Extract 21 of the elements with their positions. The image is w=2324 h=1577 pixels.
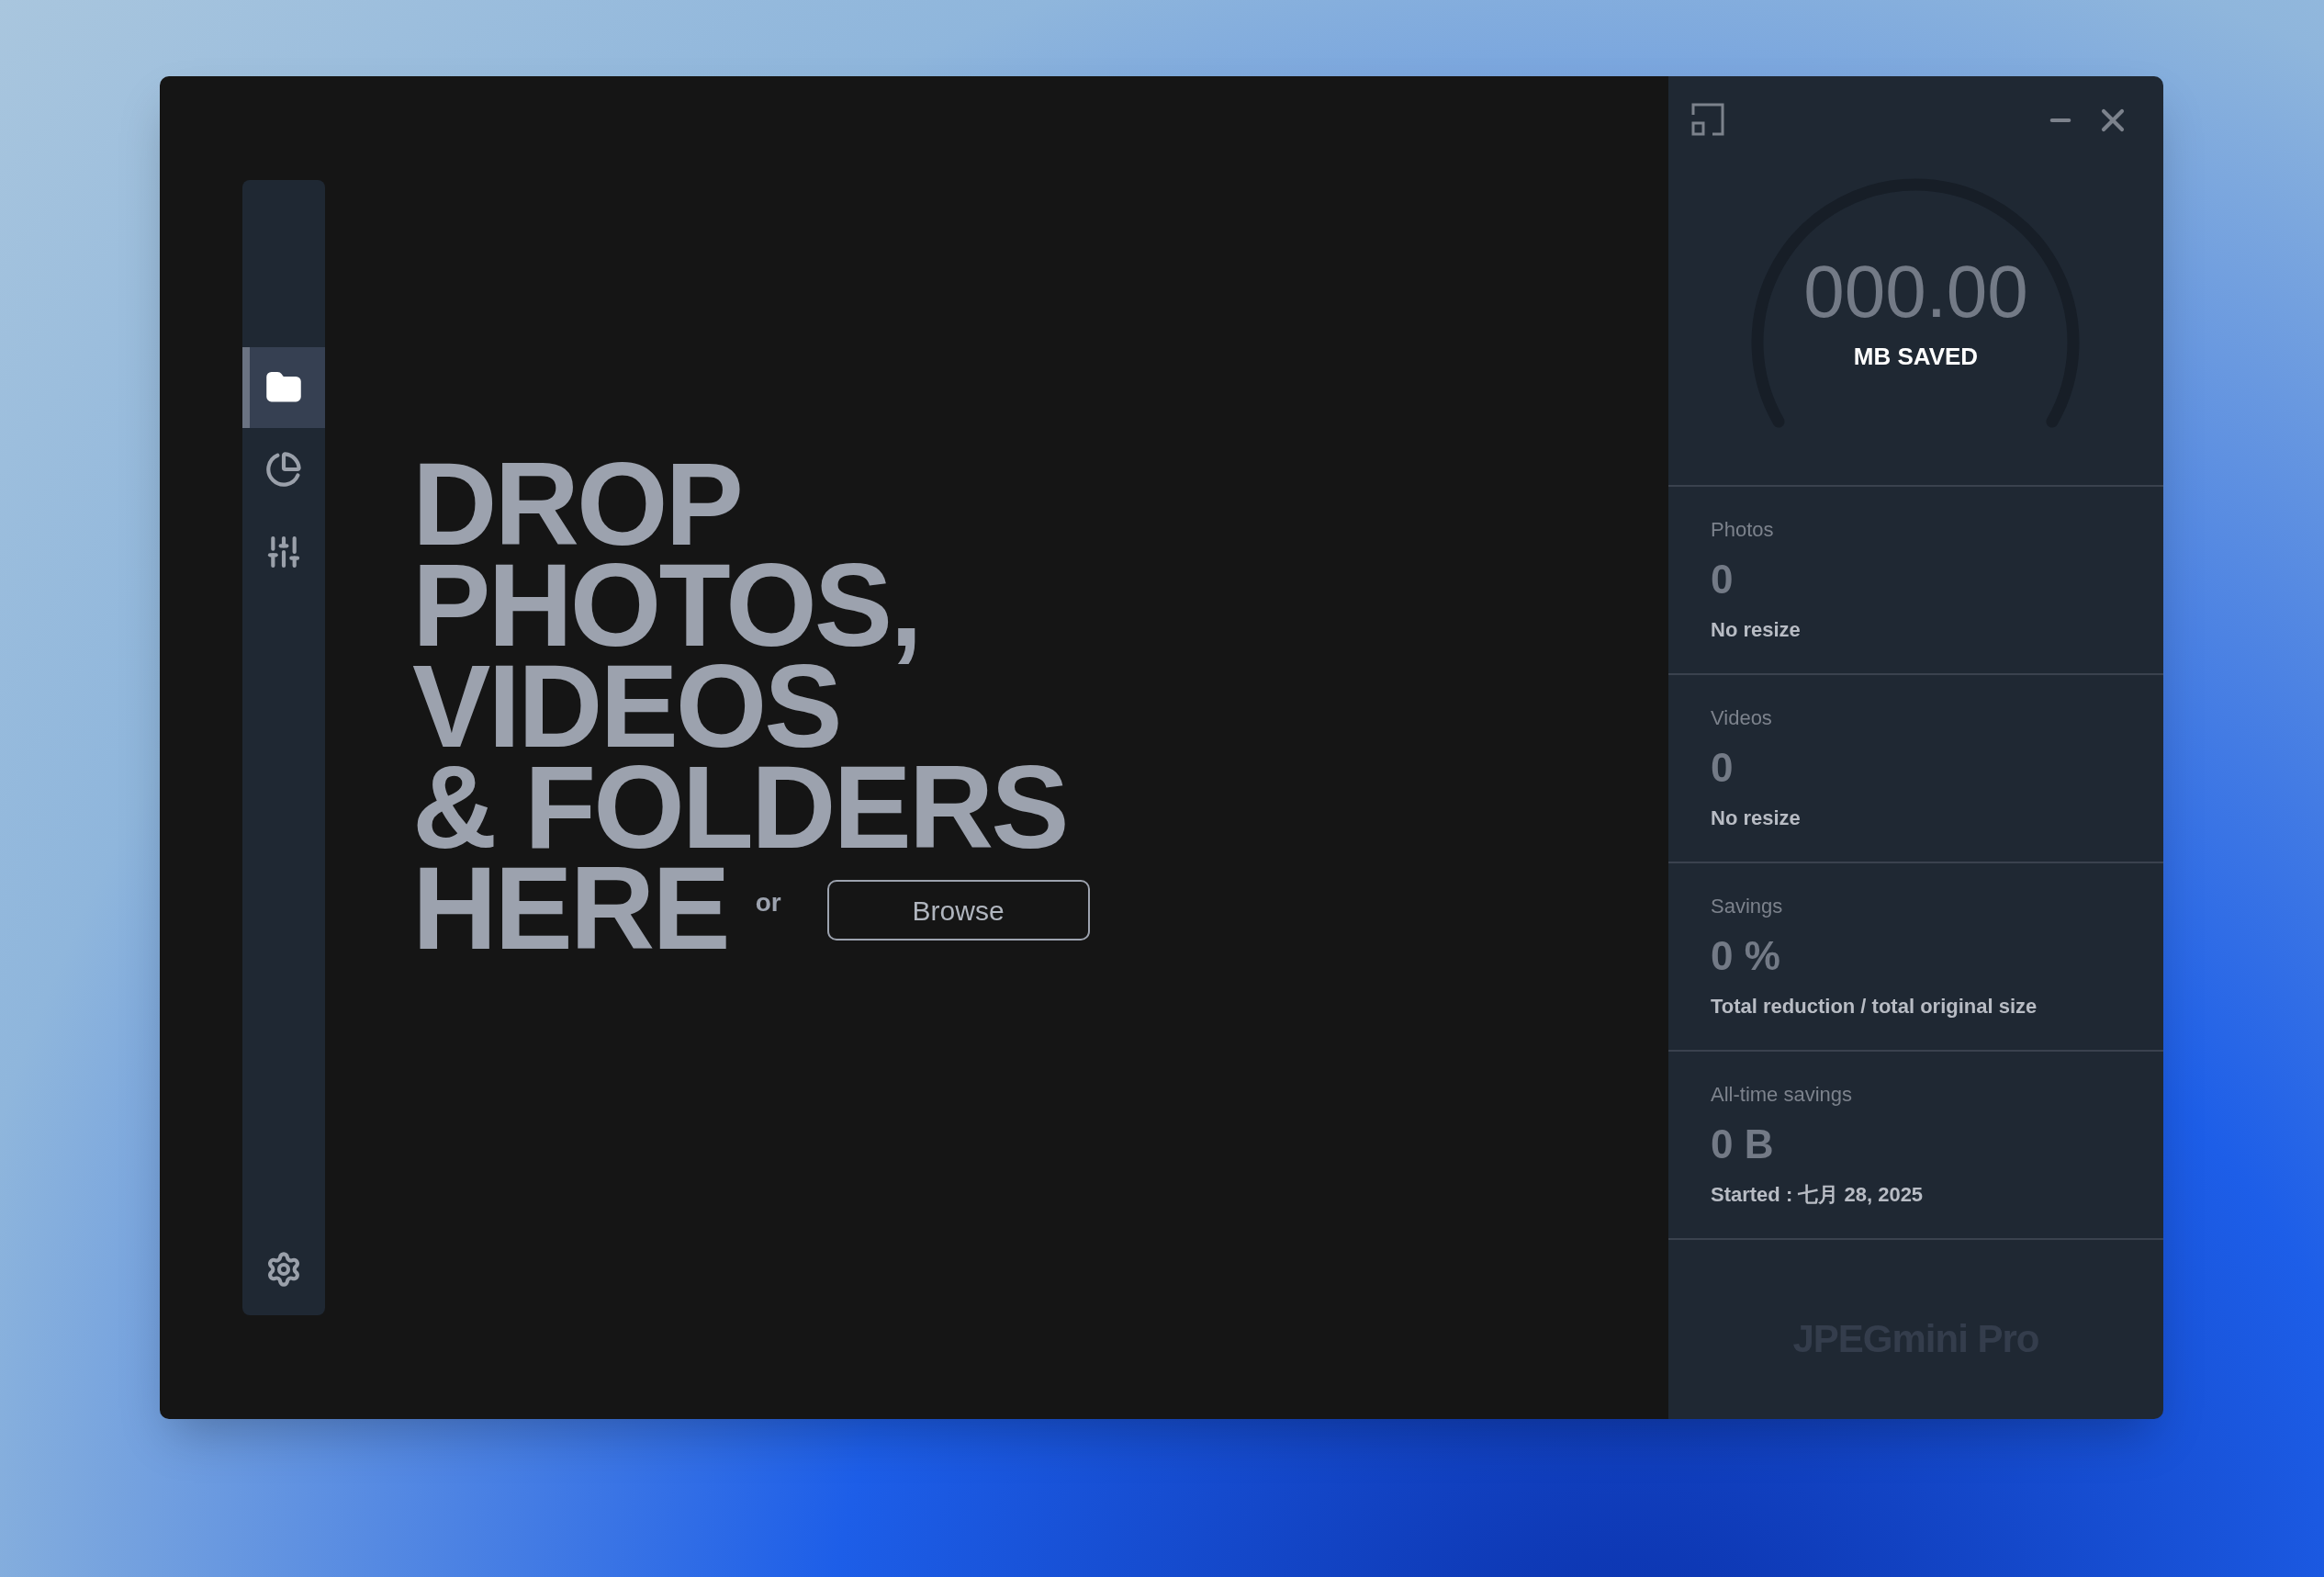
- stat-value: 0 %: [1711, 932, 1781, 980]
- sliders-icon: [265, 534, 302, 570]
- stat-value: 0: [1711, 556, 1735, 603]
- stat-note: Total reduction / total original size: [1711, 994, 2038, 1019]
- stat-label: All-time savings: [1711, 1082, 1854, 1108]
- stat-note: No resize: [1711, 617, 1802, 643]
- sidebar-item[interactable]: [242, 347, 325, 428]
- picture-in-picture-icon[interactable]: [1690, 102, 1725, 137]
- pie-chart-icon: [265, 451, 302, 488]
- stat-label: Photos: [1711, 517, 1775, 543]
- stat-label: Videos: [1711, 705, 1773, 731]
- settings-icon: [265, 1251, 302, 1288]
- stat-value: 0 B: [1711, 1121, 1775, 1168]
- saved-unit: MB SAVED: [1853, 342, 1979, 372]
- saved-amount: 000.00: [1803, 251, 2028, 333]
- browse-button[interactable]: Browse: [826, 880, 1090, 941]
- or-text: or: [755, 887, 781, 918]
- stat-value: 0: [1711, 744, 1735, 792]
- stat-note: No resize: [1711, 805, 1802, 831]
- stat-label: Savings: [1711, 894, 1784, 919]
- stat-note: Started : 七月 28, 2025: [1711, 1182, 1925, 1208]
